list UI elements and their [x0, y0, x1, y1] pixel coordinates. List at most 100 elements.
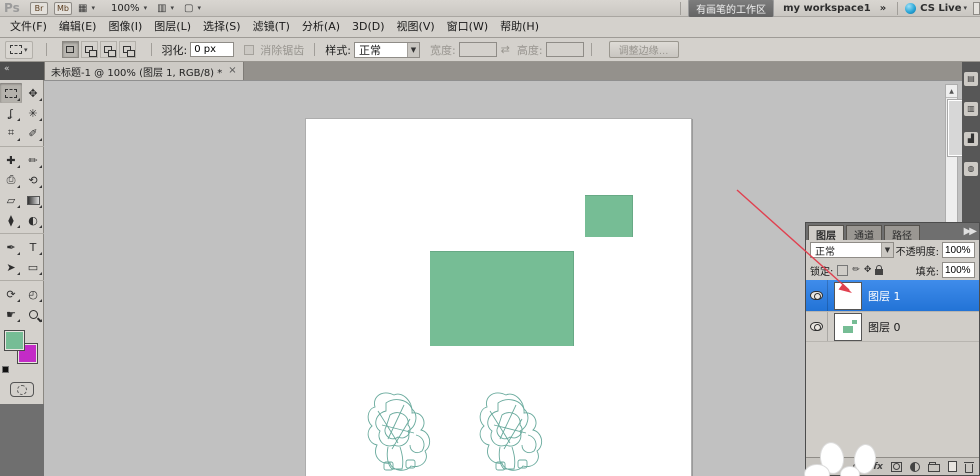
tool-pen[interactable]: ✒ — [0, 237, 22, 257]
tool-lasso[interactable]: ʆ — [0, 103, 22, 123]
default-colors-icon[interactable] — [2, 366, 9, 373]
green-rectangle-large — [430, 251, 574, 346]
toolbox-collapse-button[interactable]: « — [0, 62, 44, 80]
screen-mode-button[interactable]: ▢ ▾ — [184, 3, 201, 14]
mini-bridge-panel-icon[interactable]: ▤ — [964, 72, 978, 86]
chevron-down-icon: ▾ — [91, 4, 95, 12]
tool-magic-wand[interactable]: ✳ — [22, 103, 44, 123]
opacity-input[interactable] — [942, 242, 975, 258]
marquee-tool-icon — [10, 45, 22, 54]
menu-edit[interactable]: 编辑(E) — [53, 17, 103, 37]
blend-mode-dropdown[interactable]: 正常 ▼ — [810, 242, 894, 258]
visibility-toggle[interactable] — [806, 280, 828, 311]
tool-spot-healing-brush[interactable]: ✚ — [0, 150, 22, 170]
tool-preset-picker[interactable]: ▾ — [5, 41, 33, 59]
delete-layer-button[interactable] — [965, 464, 973, 473]
menu-file[interactable]: 文件(F) — [4, 17, 53, 37]
tool-eraser[interactable]: ▱ — [0, 190, 22, 210]
tool-rectangular-marquee[interactable] — [0, 83, 22, 103]
subtract-from-selection-button[interactable] — [100, 41, 117, 58]
navigator-panel-icon[interactable]: ◍ — [964, 162, 978, 176]
menu-filter[interactable]: 滤镜(T) — [247, 17, 296, 37]
lock-pixels-button[interactable]: ✏ — [852, 265, 860, 275]
chevron-down-icon: ▾ — [963, 4, 967, 12]
menu-3d[interactable]: 3D(D) — [346, 17, 391, 37]
antialias-checkbox[interactable] — [244, 45, 254, 55]
arrange-documents-button[interactable]: ▥ ▾ — [157, 3, 174, 14]
cs-live-button[interactable]: CS Live ▾ — [905, 3, 967, 14]
launch-bridge-button[interactable]: Br — [30, 2, 48, 15]
magic-wand-icon: ✳ — [28, 107, 37, 120]
scroll-up-icon[interactable]: ▲ — [946, 85, 957, 98]
layer-1-thumbnail[interactable] — [834, 282, 862, 310]
zoom-level-control[interactable]: 100% ▾ — [105, 3, 147, 14]
document-canvas[interactable] — [305, 118, 692, 476]
history-panel-icon[interactable]: ▥ — [964, 102, 978, 116]
menu-window[interactable]: 窗口(W) — [441, 17, 494, 37]
new-layer-button[interactable] — [948, 461, 957, 472]
tool-history-brush[interactable]: ⟲ — [22, 170, 44, 190]
tool-eyedropper[interactable]: ✐ — [22, 123, 44, 143]
lock-all-button[interactable] — [875, 269, 883, 275]
view-extras-button[interactable]: ▦ ▾ — [78, 3, 95, 14]
panel-menu-icon[interactable]: ▶▶ — [964, 226, 975, 237]
lock-transparency-button[interactable] — [837, 265, 848, 276]
menu-image[interactable]: 图像(I) — [102, 17, 148, 37]
tool-3d-orbit[interactable]: ◴ — [22, 284, 44, 304]
lock-position-button[interactable]: ✥ — [864, 265, 872, 275]
cs-live-icon — [905, 3, 916, 14]
workspace-overflow-button[interactable]: » — [880, 3, 886, 14]
launch-mini-bridge-button[interactable]: Mb — [54, 2, 72, 15]
menu-select[interactable]: 选择(S) — [197, 17, 247, 37]
green-rectangle-small — [585, 195, 633, 237]
tool-gradient[interactable] — [22, 190, 44, 210]
tool-crop[interactable]: ⌗ — [0, 123, 22, 143]
tool-rectangle-shape[interactable]: ▭ — [22, 257, 44, 277]
tab-layers[interactable]: 图层 — [808, 225, 844, 240]
workspace-button-secondary[interactable]: my workspace1 — [774, 2, 880, 15]
foreground-color-swatch[interactable] — [4, 330, 25, 351]
menu-layer[interactable]: 图层(L) — [148, 17, 197, 37]
new-group-button[interactable] — [928, 464, 940, 472]
close-icon[interactable]: × — [228, 66, 236, 76]
tool-path-selection[interactable]: ➤ — [0, 257, 22, 277]
dodge-icon: ◐ — [28, 214, 38, 227]
tool-brush[interactable]: ✏ — [22, 150, 44, 170]
chevron-down-icon: ▾ — [171, 4, 175, 12]
menu-help[interactable]: 帮助(H) — [494, 17, 545, 37]
fill-input[interactable] — [942, 262, 975, 278]
layer-0-thumbnail[interactable] — [834, 313, 862, 341]
add-to-selection-button[interactable] — [81, 41, 98, 58]
workspace-button-active[interactable]: 有画笔的工作区 — [688, 0, 774, 18]
menu-analysis[interactable]: 分析(A) — [296, 17, 346, 37]
tool-move[interactable]: ✥ — [22, 83, 44, 103]
tool-3d-rotate[interactable]: ⟳ — [0, 284, 22, 304]
add-layer-mask-button[interactable] — [891, 462, 902, 472]
menu-view[interactable]: 视图(V) — [391, 17, 441, 37]
layer-row-1[interactable]: 图层 1 — [806, 280, 979, 311]
tool-type[interactable]: T — [22, 237, 44, 257]
sketch-drawing-right — [476, 385, 546, 476]
tool-hand[interactable]: ☛ — [0, 304, 22, 324]
visibility-toggle[interactable] — [806, 312, 828, 341]
tool-dodge[interactable]: ◐ — [22, 210, 44, 230]
quick-mask-button[interactable] — [10, 382, 34, 397]
histogram-panel-icon[interactable]: ▟ — [964, 132, 978, 146]
refine-edge-button: 调整边缘… — [609, 41, 679, 58]
layer-name[interactable]: 图层 1 — [868, 288, 901, 304]
tab-paths[interactable]: 路径 — [884, 225, 920, 240]
document-tab-title: 未标题-1 @ 100% (图层 1, RGB/8) * — [51, 64, 222, 79]
new-selection-button[interactable] — [62, 41, 79, 58]
tab-channels[interactable]: 通道 — [846, 225, 882, 240]
intersect-selection-button[interactable] — [119, 41, 136, 58]
zoom-level-value[interactable]: 100% — [111, 3, 140, 14]
style-dropdown[interactable]: 正常 ▼ — [354, 42, 420, 58]
document-tab[interactable]: 未标题-1 @ 100% (图层 1, RGB/8) * × — [44, 62, 244, 80]
tool-blur[interactable]: ⧫ — [0, 210, 22, 230]
layer-row-0[interactable]: 图层 0 — [806, 311, 979, 342]
feather-input[interactable] — [190, 42, 234, 57]
layer-name[interactable]: 图层 0 — [868, 319, 901, 335]
adjustment-layer-button[interactable] — [910, 462, 920, 472]
tool-zoom[interactable] — [22, 304, 44, 324]
tool-clone-stamp[interactable]: ⎙ — [0, 170, 22, 190]
